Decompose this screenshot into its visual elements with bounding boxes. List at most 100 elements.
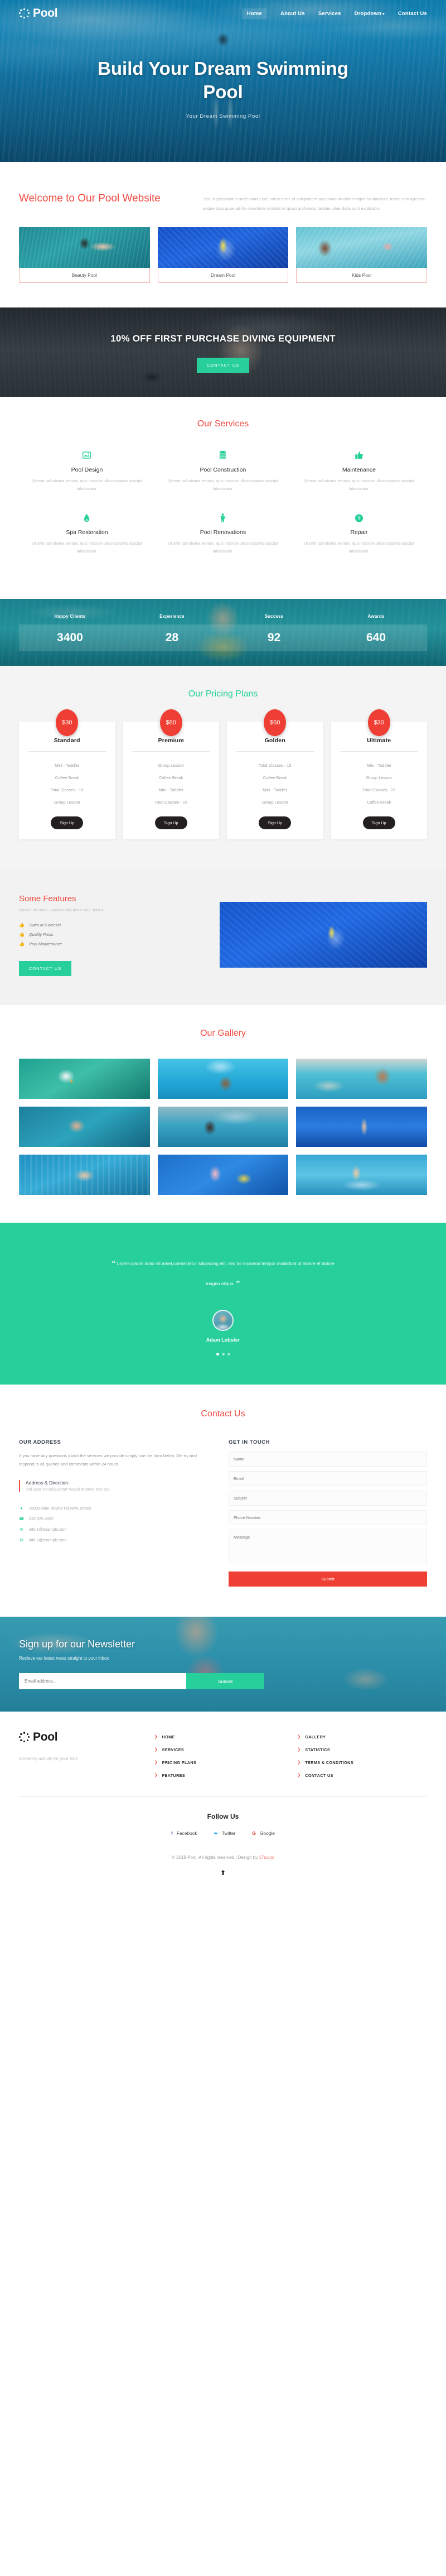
nav-item-services[interactable]: Services <box>318 11 341 17</box>
back-to-top-button[interactable]: ⬆ <box>19 1869 427 1877</box>
pricing-price-badge: $30 <box>367 709 390 737</box>
service-card-maintenance[interactable]: Maintenance Ut enim ad minima veniam, qu… <box>291 449 427 512</box>
pool-card[interactable]: Dream Pool <box>157 227 289 283</box>
pool-cards: Beauty Pool Dream Pool Kids Pool <box>0 214 446 307</box>
chevron-right-icon: ❯ <box>297 1761 301 1765</box>
gallery-item[interactable] <box>19 1106 150 1147</box>
subject-field[interactable] <box>229 1490 427 1506</box>
our-address-heading: OUR ADDRESS <box>19 1439 61 1445</box>
chevron-right-icon: ❯ <box>154 1774 158 1778</box>
gallery-item[interactable] <box>296 1154 427 1195</box>
copyright-designer-link[interactable]: 17sucai <box>259 1855 274 1860</box>
footer-link-terms-conditions[interactable]: TERMS & CONDITIONS <box>305 1760 353 1765</box>
social-link-google[interactable]: G Google <box>252 1830 275 1836</box>
service-name: Maintenance <box>342 466 376 473</box>
top-navigation-bar: Pool Home About Us Services Dropdown ▾ Co… <box>0 0 446 27</box>
gallery-title: Our Gallery <box>200 1028 246 1038</box>
message-field[interactable] <box>229 1529 427 1564</box>
feature-list-item: 👍 Pool Maintenance <box>19 939 203 949</box>
pricing-sign-up-button[interactable]: Sign Up <box>51 816 84 829</box>
feature-list-item: 👍 Swim in 6 weeks! <box>19 920 203 930</box>
gallery-item[interactable] <box>157 1106 289 1147</box>
newsletter-title: Sign up for our Newsletter <box>19 1638 135 1650</box>
gallery-item[interactable] <box>296 1058 427 1099</box>
divider <box>28 751 106 752</box>
pricing-feature: Mini - Toddler <box>366 763 391 768</box>
social-links: f Facebook ❧ Twitter G Google <box>19 1830 427 1836</box>
carousel-dot[interactable] <box>216 1352 219 1356</box>
gallery-item[interactable] <box>157 1154 289 1195</box>
footer-link-contact-us[interactable]: CONTACT US <box>305 1773 333 1778</box>
contact-detail-text: 032 625 4592 <box>29 1516 54 1521</box>
gallery-item[interactable] <box>19 1058 150 1099</box>
nav-item-dropdown[interactable]: Dropdown ▾ <box>355 11 385 17</box>
pricing-plan-name: Golden <box>264 737 285 744</box>
pool-card-image <box>157 227 289 268</box>
social-link-twitter[interactable]: ❧ Twitter <box>214 1830 236 1836</box>
footer-links-column-2: ❯ GALLERY ❯ STATISTICS ❯ TERMS & CONDITIONS… <box>297 1731 427 1782</box>
stat-value: 28 <box>121 624 223 651</box>
phone-number-field[interactable] <box>229 1510 427 1525</box>
footer-link-statistics[interactable]: STATISTICS <box>305 1747 330 1752</box>
footer-link-features[interactable]: FEATURES <box>162 1773 185 1778</box>
pool-card[interactable]: Kids Pool <box>296 227 428 283</box>
footer-link-services[interactable]: SERVICES <box>162 1747 184 1752</box>
feature-list-item: 👍 Quality Pools <box>19 930 203 939</box>
testimonial-author-name: Adam Lobster <box>206 1337 240 1343</box>
newsletter-email-input[interactable] <box>19 1673 186 1690</box>
site-logo[interactable]: Pool <box>19 7 58 20</box>
services-title: Our Services <box>197 419 249 429</box>
gallery-item[interactable] <box>157 1058 289 1099</box>
close-quote-icon: ” <box>236 1279 240 1289</box>
contact-detail-address: ● 25095 Blue Ravine Rd,New Jersey <box>19 1503 209 1513</box>
footer-link-pricing-plans[interactable]: PRICING PLANS <box>162 1760 197 1765</box>
pricing-feature: Mini - Toddler <box>263 787 288 793</box>
service-card-pool-design[interactable]: Pool Design Ut enim ad minima veniam, qu… <box>19 449 155 512</box>
feature-label: Pool Maintenance <box>28 941 62 946</box>
newsletter-submit-button[interactable]: Submit <box>186 1673 264 1690</box>
contact-title: Contact Us <box>201 1409 245 1419</box>
contact-details-list: ● 25095 Blue Ravine Rd,New Jersey ☎ 032 … <box>19 1503 209 1545</box>
service-name: Pool Renovations <box>200 529 246 536</box>
contact-detail-email-1: ✉ info 1@example.com <box>19 1524 209 1535</box>
stat-value: 3400 <box>19 624 121 651</box>
stat-label: Experience <box>159 613 185 619</box>
features-section: Some Features Donec mi nulla, aucto null… <box>0 869 446 1005</box>
contact-section: Contact Us OUR ADDRESS If you have any q… <box>0 1384 446 1617</box>
address-direction-title: Address & Direction: <box>26 1479 70 1486</box>
thumbs-up-icon: 👍 <box>19 941 25 946</box>
carousel-dot[interactable] <box>227 1352 230 1356</box>
footer-link-home[interactable]: HOME <box>162 1734 175 1739</box>
pool-card[interactable]: Beauty Pool <box>19 227 150 283</box>
features-contact-us-button[interactable]: CONTACT US <box>19 960 72 976</box>
service-card-pool-construction[interactable]: Pool Construction Ut enim ad minima veni… <box>155 449 291 512</box>
contact-submit-button[interactable]: Submit <box>229 1571 427 1587</box>
footer-divider <box>19 1796 427 1797</box>
footer-logo[interactable]: Pool <box>19 1731 141 1744</box>
service-card-spa-restoration[interactable]: Spa Restoration Ut enim ad minima veniam… <box>19 512 155 574</box>
email-field[interactable] <box>229 1470 427 1486</box>
name-field[interactable] <box>229 1451 427 1467</box>
carousel-dot[interactable] <box>221 1352 225 1356</box>
pricing-sign-up-button[interactable]: Sign Up <box>259 816 292 829</box>
gallery-item[interactable] <box>296 1106 427 1147</box>
service-name: Pool Construction <box>200 466 246 473</box>
promo-contact-us-button[interactable]: CONTACT US <box>196 357 250 373</box>
pricing-sign-up-button[interactable]: Sign Up <box>154 816 187 829</box>
feature-label: Quality Pools <box>28 931 54 937</box>
pricing-feature: Total Classes - 15 <box>50 787 84 793</box>
footer-logo-text: Pool <box>33 1730 58 1743</box>
footer: Pool A healthy activity for your kids ❯ H… <box>0 1711 446 1877</box>
pricing-sign-up-button[interactable]: Sign Up <box>362 816 395 829</box>
service-card-repair[interactable]: ? Repair Ut enim ad minima veniam, quis … <box>291 512 427 574</box>
gallery-item[interactable] <box>19 1154 150 1195</box>
footer-link-gallery[interactable]: GALLERY <box>305 1734 326 1739</box>
nav-item-home[interactable]: Home <box>241 8 268 19</box>
social-link-facebook[interactable]: f Facebook <box>171 1830 197 1836</box>
nav-item-about-us[interactable]: About Us <box>280 11 305 17</box>
newsletter-section: Sign up for our Newsletter Recieve our l… <box>0 1616 446 1712</box>
services-grid: Pool Design Ut enim ad minima veniam, qu… <box>19 449 427 575</box>
service-card-pool-renovations[interactable]: Pool Renovations Ut enim ad minima venia… <box>155 512 291 574</box>
nav-item-contact-us[interactable]: Contact Us <box>398 11 427 17</box>
gallery-section: Our Gallery <box>0 1005 446 1223</box>
